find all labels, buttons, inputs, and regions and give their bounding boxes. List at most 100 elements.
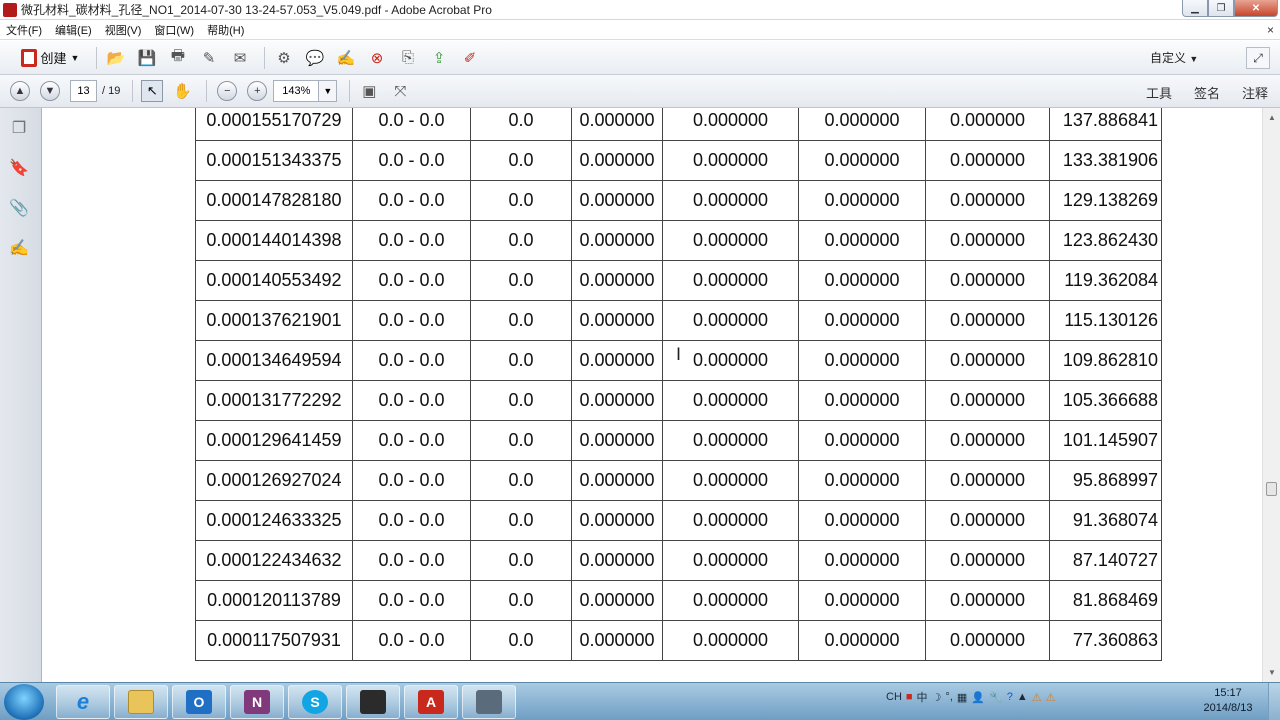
show-desktop-button[interactable] xyxy=(1268,683,1280,720)
comment-icon[interactable]: 💬 xyxy=(302,46,328,70)
highlight-icon[interactable]: ✍ xyxy=(333,46,359,70)
ime-moon-icon[interactable]: ☽ xyxy=(932,691,942,704)
table-cell: 0.0 xyxy=(470,500,572,541)
email-icon[interactable]: ✉ xyxy=(227,46,253,70)
system-clock[interactable]: 15:17 2014/8/13 xyxy=(1196,686,1260,716)
tools-icon[interactable]: 🔧 xyxy=(989,691,1003,704)
print-icon[interactable]: 🖶 xyxy=(165,46,191,70)
volume-icon[interactable]: ⚠ xyxy=(1046,691,1056,704)
page-thumbnails-icon[interactable]: ❐ xyxy=(9,118,29,138)
previous-page-button[interactable]: ▲ xyxy=(10,81,30,101)
table-cell: 0.0 xyxy=(470,540,572,581)
menu-edit[interactable]: 编辑(E) xyxy=(55,22,92,38)
user-icon[interactable]: 👤 xyxy=(971,691,985,704)
zoom-dropdown-button[interactable]: ▼ xyxy=(319,80,338,102)
input-method-icon[interactable]: ■ xyxy=(906,691,913,703)
zoom-level-input[interactable]: 143% xyxy=(273,80,320,102)
scroll-up-icon[interactable]: ▲ xyxy=(1266,111,1278,123)
table-cell: 0.000122434632 xyxy=(195,540,353,581)
review-icon[interactable]: ⎘ xyxy=(395,46,421,70)
tab-sign[interactable]: 签名 xyxy=(1194,83,1220,102)
table-cell: 0.000000 xyxy=(662,380,799,421)
table-cell: 91.368074 xyxy=(1049,500,1162,541)
customize-dropdown[interactable]: 自定义 ▼ xyxy=(1150,49,1198,66)
menu-file[interactable]: 文件(F) xyxy=(6,22,42,38)
table-row: 0.000144014398 0.0 - 0.0 0.0 0.000000 0.0000… xyxy=(195,220,1162,261)
language-indicator[interactable]: CH xyxy=(886,691,902,703)
create-button[interactable]: 创建 ▼ xyxy=(10,46,90,70)
close-document-button[interactable]: × xyxy=(1267,23,1274,37)
table-cell: 0.000000 xyxy=(798,380,926,421)
sign-icon[interactable]: ✐ xyxy=(457,46,483,70)
taskbar-app-video[interactable] xyxy=(346,685,400,719)
scrollbar-thumb[interactable] xyxy=(1266,482,1277,496)
main-toolbar: 创建 ▼ 📂 💾 🖶 ✎ ✉ ⚙ 💬 ✍ ⊗ ⎘ ⇪ ✐ 自定义 ▼ ⤢ xyxy=(0,41,1280,75)
table-cell: 77.360863 xyxy=(1049,620,1162,661)
expand-icon[interactable]: ⤢ xyxy=(1246,47,1270,69)
taskbar-app-acrobat[interactable]: A xyxy=(404,685,458,719)
table-cell: 0.0 - 0.0 xyxy=(352,260,471,301)
settings-icon[interactable]: ⚙ xyxy=(271,46,297,70)
menu-window[interactable]: 窗口(W) xyxy=(154,22,194,38)
table-cell: 0.0 xyxy=(470,108,572,141)
table-cell: 0.0 - 0.0 xyxy=(352,620,471,661)
fit-width-icon[interactable]: ⤧ xyxy=(387,79,413,103)
table-cell: 0.000000 xyxy=(925,460,1050,501)
menu-view[interactable]: 视图(V) xyxy=(105,22,142,38)
share-icon[interactable]: ⇪ xyxy=(426,46,452,70)
vertical-scrollbar[interactable]: ▲ ▼ xyxy=(1262,108,1280,682)
signatures-icon[interactable]: ✍ xyxy=(9,238,29,258)
table-cell: 0.000124633325 xyxy=(195,500,353,541)
zoom-in-button[interactable]: + xyxy=(247,81,268,101)
ime-punctuation-icon[interactable]: °, xyxy=(945,691,952,703)
table-cell: 0.000144014398 xyxy=(195,220,353,261)
tray-expand-icon[interactable]: ▲ xyxy=(1017,691,1028,703)
stamp-icon[interactable]: ⊗ xyxy=(364,46,390,70)
table-cell: 0.0 - 0.0 xyxy=(352,420,471,461)
table-cell: 109.862810 xyxy=(1049,340,1162,381)
zoom-out-button[interactable]: − xyxy=(217,81,238,101)
taskbar-app-onenote[interactable]: N xyxy=(230,685,284,719)
table-cell: 0.0 xyxy=(470,580,572,621)
table-cell: 0.000000 xyxy=(925,580,1050,621)
network-icon[interactable]: ⚠ xyxy=(1032,691,1042,704)
open-folder-icon[interactable]: 📂 xyxy=(103,46,129,70)
hand-tool-icon[interactable]: ✋ xyxy=(169,79,195,103)
minimize-button[interactable]: ▁ xyxy=(1182,0,1208,17)
keyboard-icon[interactable]: ▦ xyxy=(957,691,967,704)
table-cell: 81.868469 xyxy=(1049,580,1162,621)
ime-chinese-icon[interactable]: 中 xyxy=(917,689,928,705)
menu-help[interactable]: 帮助(H) xyxy=(207,22,244,38)
table-cell: 0.0 - 0.0 xyxy=(352,220,471,261)
save-icon[interactable]: 💾 xyxy=(134,46,160,70)
edit-icon[interactable]: ✎ xyxy=(196,46,222,70)
table-cell: 0.000000 xyxy=(571,580,663,621)
page-number-input[interactable]: 13 xyxy=(70,80,97,102)
taskbar-app-outlook[interactable]: O xyxy=(172,685,226,719)
start-button[interactable] xyxy=(4,684,44,720)
table-cell: 0.000000 xyxy=(662,460,799,501)
help-icon[interactable]: ? xyxy=(1007,691,1013,703)
table-cell: 0.0 - 0.0 xyxy=(352,380,471,421)
bookmarks-icon[interactable]: 🔖 xyxy=(9,158,29,178)
table-cell: 0.000000 xyxy=(662,620,799,661)
taskbar-app-skype[interactable]: S xyxy=(288,685,342,719)
next-page-button[interactable]: ▼ xyxy=(40,81,60,101)
table-cell: 0.000000 xyxy=(798,140,926,181)
taskbar-app-explorer[interactable] xyxy=(114,685,168,719)
taskbar-app-ie[interactable]: e xyxy=(56,685,110,719)
select-tool-button[interactable]: ↖ xyxy=(141,80,164,102)
tab-tools[interactable]: 工具 xyxy=(1146,83,1172,102)
close-window-button[interactable]: ✕ xyxy=(1234,0,1278,17)
table-cell: 0.0 - 0.0 xyxy=(352,540,471,581)
tab-comment[interactable]: 注释 xyxy=(1242,83,1268,102)
table-cell: 87.140727 xyxy=(1049,540,1162,581)
attachments-icon[interactable]: 📎 xyxy=(9,198,29,218)
fit-page-icon[interactable]: ▣ xyxy=(356,79,382,103)
internet-explorer-icon: e xyxy=(76,689,90,714)
document-view[interactable]: 0.000155170729 0.0 - 0.0 0.0 0.000000 0.0000… xyxy=(43,108,1262,682)
scroll-down-icon[interactable]: ▼ xyxy=(1266,666,1278,678)
maximize-button[interactable]: ❐ xyxy=(1208,0,1234,17)
taskbar-app-remote[interactable] xyxy=(462,685,516,719)
table-cell: 105.366688 xyxy=(1049,380,1162,421)
